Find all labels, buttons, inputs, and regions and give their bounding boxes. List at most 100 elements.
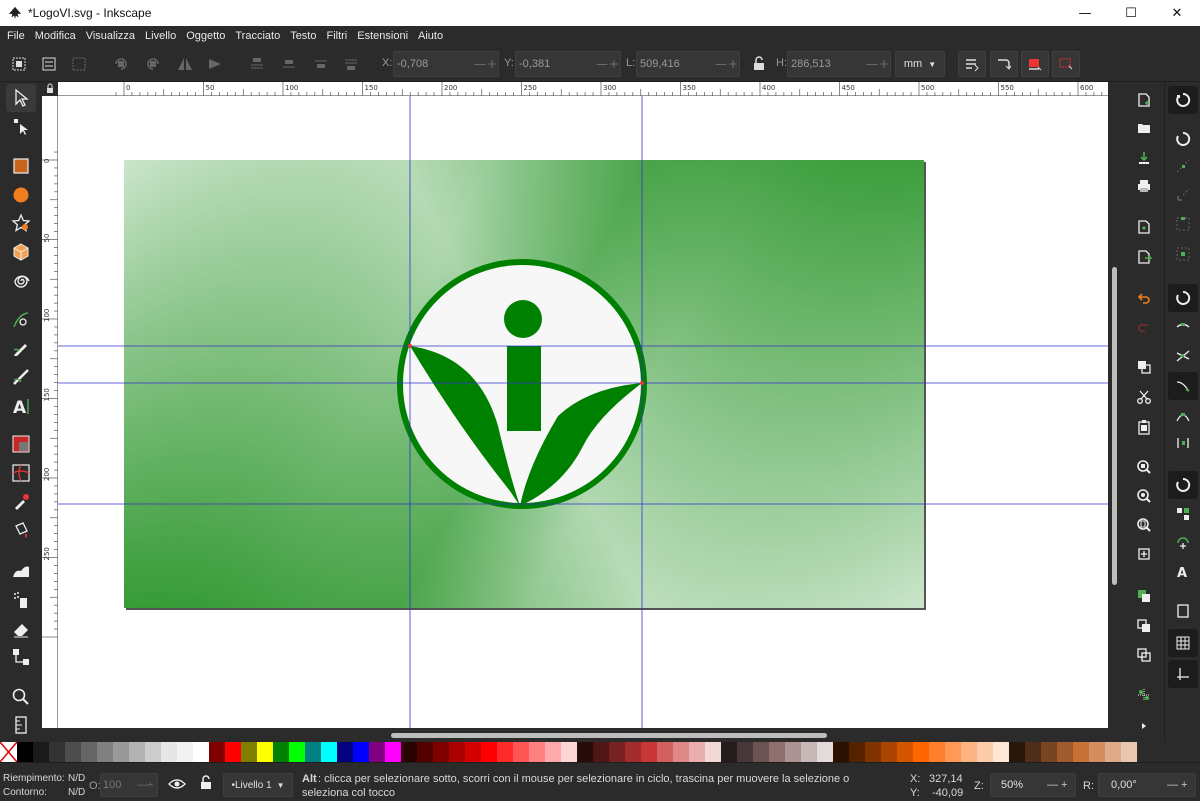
undo-button[interactable] (1134, 288, 1154, 308)
color-swatch[interactable] (353, 742, 369, 762)
tweak-tool[interactable] (6, 557, 36, 585)
color-swatch[interactable] (545, 742, 561, 762)
snap-page-border-button[interactable] (1168, 597, 1198, 625)
3d-box-tool[interactable] (6, 238, 36, 266)
horizontal-ruler[interactable]: 0 50 100 150 200 250 300 350 400 450 500 550 600 (58, 82, 1108, 96)
zoom-in-button[interactable]: + (1061, 779, 1075, 791)
color-swatch[interactable] (369, 742, 385, 762)
connector-tool[interactable] (6, 643, 36, 671)
unit-select[interactable]: mm ▼ (895, 51, 945, 77)
color-swatch[interactable] (321, 742, 337, 762)
lock-icon[interactable] (750, 55, 768, 73)
node-tool[interactable] (6, 112, 36, 140)
color-swatch[interactable] (497, 742, 513, 762)
pen-tool[interactable] (6, 306, 36, 334)
snap-cusp-nodes-button[interactable] (1168, 372, 1198, 400)
x-value[interactable]: -0,708 (394, 58, 474, 70)
snap-paths-button[interactable] (1168, 314, 1198, 342)
color-swatch[interactable] (433, 742, 449, 762)
move-patterns-button[interactable] (1052, 51, 1080, 77)
opacity-value[interactable]: 100 (101, 779, 137, 791)
save-button[interactable] (1134, 148, 1154, 168)
new-document-button[interactable] (1134, 90, 1154, 110)
color-swatch[interactable] (385, 742, 401, 762)
zoom-width-button[interactable] (1134, 544, 1154, 564)
snap-bbox-edges-button[interactable] (1168, 152, 1198, 180)
opacity-increment-button[interactable]: + (147, 779, 157, 791)
color-swatch[interactable] (97, 742, 113, 762)
color-swatch[interactable] (113, 742, 129, 762)
width-decrement-button[interactable]: — (715, 57, 727, 71)
snap-guide-button[interactable] (1168, 660, 1198, 688)
y-value[interactable]: -0,381 (516, 58, 596, 70)
lower-to-bottom-icon[interactable] (342, 55, 360, 73)
rotate-cw-icon[interactable] (144, 55, 162, 73)
snap-intersections-button[interactable] (1168, 342, 1198, 370)
height-value[interactable]: 286,513 (788, 58, 866, 70)
select-all-layers-icon[interactable] (40, 55, 58, 73)
menu-file[interactable]: File (2, 26, 30, 46)
opacity-decrement-button[interactable]: — (137, 779, 148, 791)
raise-icon[interactable] (280, 55, 298, 73)
ellipse-tool[interactable] (6, 181, 36, 209)
zoom-out-button[interactable]: — (1047, 779, 1061, 791)
zoom-field[interactable]: 50% — + (990, 773, 1076, 797)
dropper-tool[interactable] (6, 488, 36, 516)
color-swatch[interactable] (193, 742, 209, 762)
color-swatch[interactable] (993, 742, 1009, 762)
color-swatch[interactable] (753, 742, 769, 762)
menu-layer[interactable]: Livello (140, 26, 181, 46)
color-swatch[interactable] (49, 742, 65, 762)
color-swatch[interactable] (689, 742, 705, 762)
color-swatch[interactable] (1121, 742, 1137, 762)
color-swatch[interactable] (1073, 742, 1089, 762)
menu-path[interactable]: Tracciato (230, 26, 285, 46)
vertical-ruler[interactable]: 0 50 100 150 200 250 (42, 96, 58, 728)
color-swatch[interactable] (337, 742, 353, 762)
y-increment-button[interactable]: + (608, 57, 620, 71)
logo-i-stem[interactable] (507, 346, 541, 431)
height-decrement-button[interactable]: — (866, 57, 878, 71)
menu-view[interactable]: Visualizza (81, 26, 140, 46)
spiral-tool[interactable] (6, 267, 36, 295)
measure-tool[interactable] (6, 711, 36, 739)
menu-object[interactable]: Oggetto (181, 26, 230, 46)
rotate-ccw-button[interactable]: — (1167, 779, 1181, 791)
color-swatch[interactable] (625, 742, 641, 762)
logo-i-dot[interactable] (504, 300, 542, 338)
color-swatch[interactable] (657, 742, 673, 762)
y-field[interactable]: -0,381 — + (515, 51, 621, 77)
color-swatch[interactable] (849, 742, 865, 762)
pencil-tool[interactable] (6, 334, 36, 362)
mesh-tool[interactable] (6, 459, 36, 487)
redo-button[interactable] (1134, 316, 1154, 336)
color-swatch[interactable] (865, 742, 881, 762)
deselect-icon[interactable] (70, 55, 88, 73)
color-swatch[interactable] (465, 742, 481, 762)
color-swatch[interactable] (737, 742, 753, 762)
selector-tool[interactable] (6, 84, 36, 112)
menu-text[interactable]: Testo (285, 26, 321, 46)
x-field[interactable]: -0,708 — + (393, 51, 499, 77)
close-button[interactable]: ✕ (1154, 0, 1200, 26)
snap-nodes-button[interactable] (1168, 284, 1198, 312)
color-swatch[interactable] (881, 742, 897, 762)
cut-button[interactable] (1134, 387, 1154, 407)
color-swatch[interactable] (17, 742, 33, 762)
color-swatch[interactable] (609, 742, 625, 762)
rotate-cw-button[interactable]: + (1181, 779, 1195, 791)
height-increment-button[interactable]: + (878, 57, 890, 71)
color-swatch[interactable] (1105, 742, 1121, 762)
fill-value[interactable]: N/D (68, 773, 85, 784)
color-swatch[interactable] (897, 742, 913, 762)
color-swatch[interactable] (961, 742, 977, 762)
color-swatch[interactable] (145, 742, 161, 762)
color-swatch[interactable] (641, 742, 657, 762)
minimize-button[interactable]: — (1062, 0, 1108, 26)
export-button[interactable] (1134, 247, 1154, 267)
color-swatch[interactable] (257, 742, 273, 762)
scale-stroke-button[interactable] (958, 51, 986, 77)
snap-text-baseline-button[interactable]: A (1168, 557, 1198, 585)
color-swatch[interactable] (81, 742, 97, 762)
unlock-icon[interactable] (199, 775, 213, 791)
